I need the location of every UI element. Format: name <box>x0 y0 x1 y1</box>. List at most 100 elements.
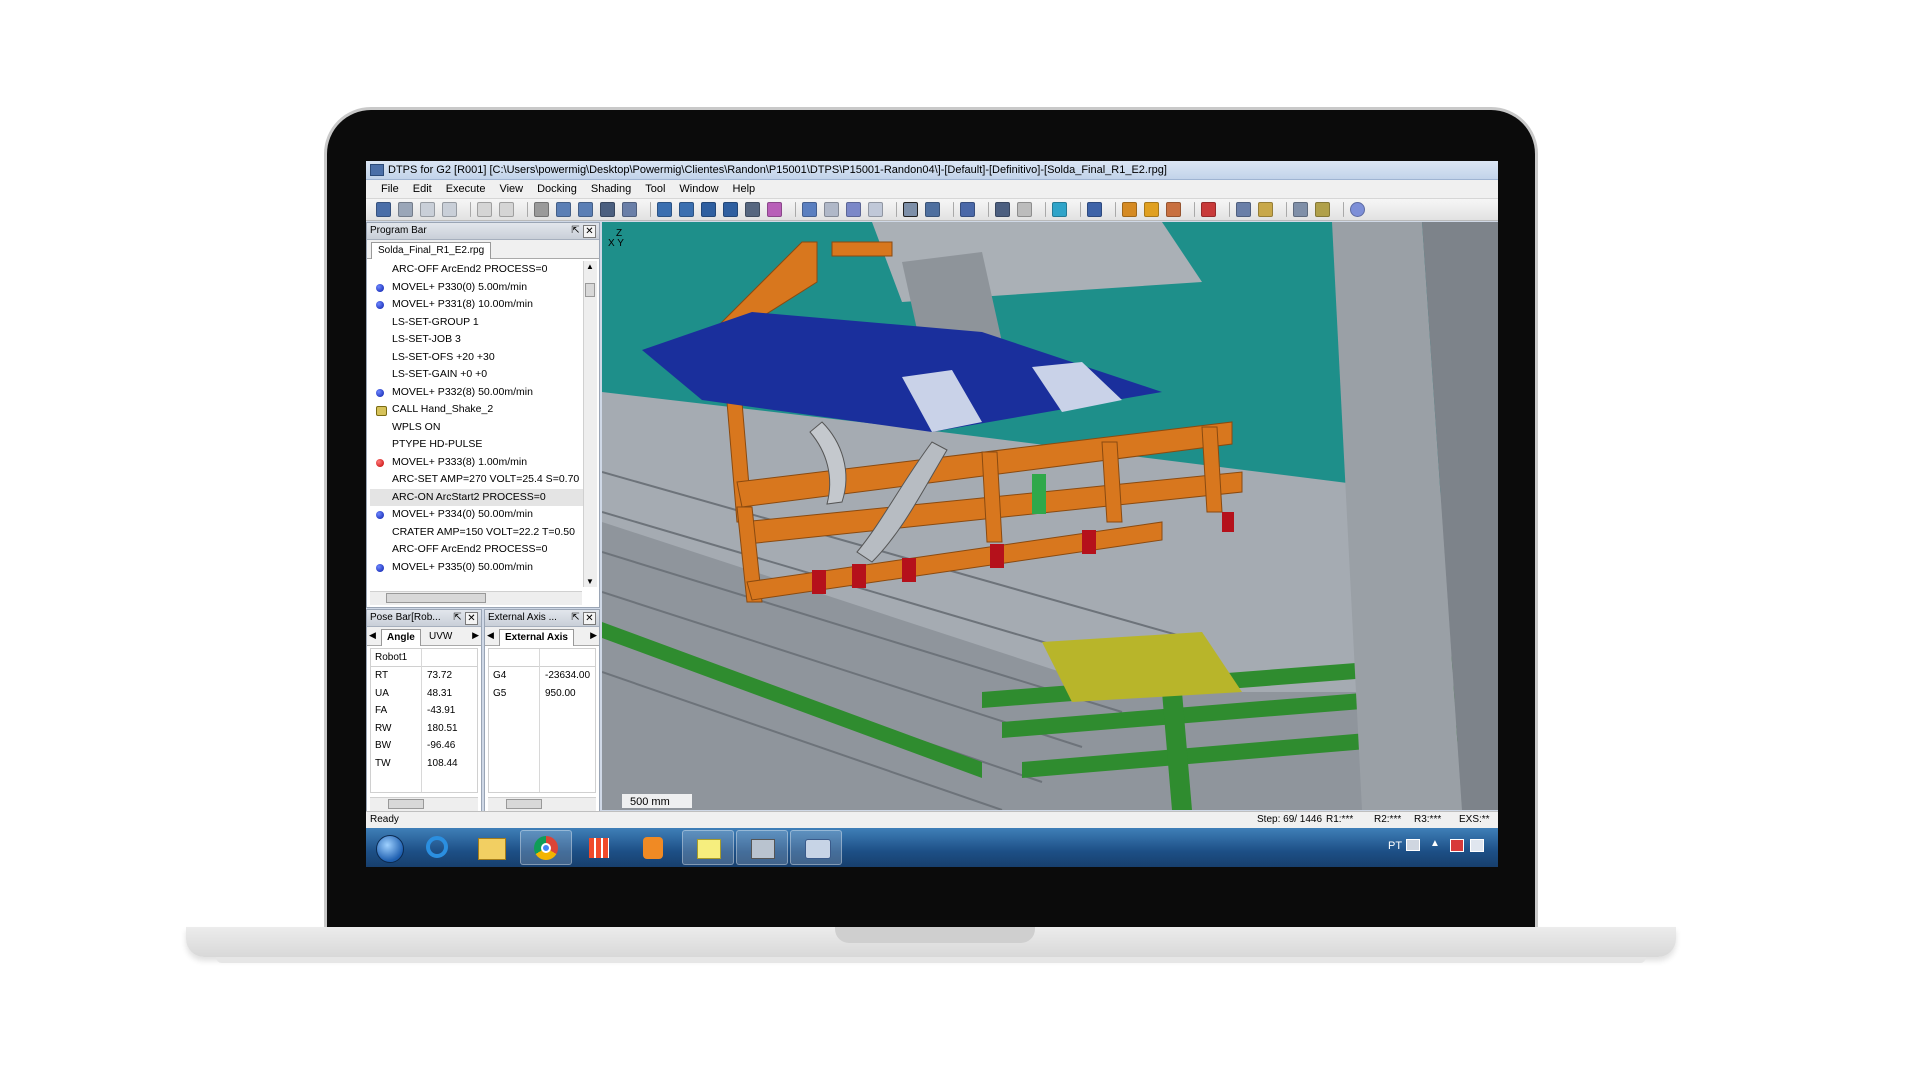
menu-docking[interactable]: Docking <box>530 183 584 195</box>
weld-icon[interactable] <box>1122 202 1137 217</box>
help-icon[interactable] <box>1350 202 1365 217</box>
pin-icon[interactable]: ⇱ <box>570 612 581 623</box>
view-iso-icon[interactable] <box>868 202 883 217</box>
layers-icon[interactable] <box>960 202 975 217</box>
program-line[interactable]: ARC-SET AMP=270 VOLT=25.4 S=0.70 <box>370 471 586 489</box>
tab-program-file[interactable]: Solda_Final_R1_E2.rpg <box>371 242 492 259</box>
document-icon[interactable] <box>1166 202 1181 217</box>
robot-tool-icon[interactable] <box>723 202 738 217</box>
start-orb-icon[interactable] <box>370 830 406 865</box>
tree-icon[interactable] <box>622 202 637 217</box>
flag-icon[interactable] <box>1201 202 1216 217</box>
program-line[interactable]: WPLS ON <box>370 419 586 437</box>
close-icon[interactable]: ✕ <box>583 225 596 238</box>
shading-solid-icon[interactable] <box>903 202 918 217</box>
program-vertical-scrollbar[interactable]: ▲ ▼ <box>583 261 597 587</box>
save-icon[interactable] <box>376 202 391 217</box>
pin-icon[interactable]: ⇱ <box>570 225 581 236</box>
program-line[interactable]: MOVEL+ P334(0) 50.00m/min <box>370 506 586 524</box>
chevron-up-icon[interactable]: ▲ <box>1430 838 1440 849</box>
scroll-thumb[interactable] <box>506 799 542 809</box>
internet-explorer-icon[interactable] <box>412 830 464 865</box>
program-horizontal-scrollbar[interactable] <box>370 591 582 605</box>
menu-tool[interactable]: Tool <box>638 183 672 195</box>
scroll-thumb[interactable] <box>386 593 486 603</box>
cycle-time-icon[interactable] <box>1258 202 1273 217</box>
tab-scroll-left-icon[interactable]: ◀ <box>487 630 494 641</box>
program-line[interactable]: MOVEL+ P331(8) 10.00m/min <box>370 296 586 314</box>
undo-icon[interactable] <box>477 202 492 217</box>
chrome-icon[interactable] <box>520 830 572 865</box>
menu-window[interactable]: Window <box>672 183 725 195</box>
menu-shading[interactable]: Shading <box>584 183 638 195</box>
view-top-icon[interactable] <box>824 202 839 217</box>
program-line[interactable]: LS-SET-JOB 3 <box>370 331 586 349</box>
program-line[interactable]: MOVEL+ P335(0) 50.00m/min <box>370 559 586 577</box>
scroll-up-icon[interactable]: ▲ <box>586 262 594 271</box>
sticky-notes-icon[interactable] <box>682 830 734 865</box>
check-icon[interactable] <box>398 202 413 217</box>
view-front-icon[interactable] <box>802 202 817 217</box>
close-icon[interactable]: ✕ <box>583 612 596 625</box>
pen-icon[interactable] <box>995 202 1010 217</box>
program-line[interactable]: ARC-OFF ArcEnd2 PROCESS=0 <box>370 541 586 559</box>
flag-icon[interactable] <box>1450 839 1464 852</box>
tab-external-axis[interactable]: External Axis <box>499 629 574 646</box>
menu-file[interactable]: File <box>374 183 406 195</box>
media-player-icon[interactable] <box>628 830 680 865</box>
robot-move-icon[interactable] <box>679 202 694 217</box>
program-line[interactable]: LS-SET-GROUP 1 <box>370 314 586 332</box>
record-icon[interactable] <box>767 202 782 217</box>
program-line[interactable]: PTYPE HD-PULSE <box>370 436 586 454</box>
menu-view[interactable]: View <box>492 183 530 195</box>
language-indicator[interactable]: PT <box>1388 840 1402 852</box>
file-explorer-icon[interactable] <box>466 830 518 865</box>
tab-scroll-left-icon[interactable]: ◀ <box>369 630 376 641</box>
paste-icon[interactable] <box>442 202 457 217</box>
scroll-thumb[interactable] <box>585 283 595 297</box>
program-line[interactable]: MOVEL+ P330(0) 5.00m/min <box>370 279 586 297</box>
dtps-app-icon[interactable] <box>790 830 842 865</box>
robot-app-icon[interactable] <box>736 830 788 865</box>
program-line[interactable]: MOVEL+ P333(8) 1.00m/min <box>370 454 586 472</box>
redo-icon[interactable] <box>499 202 514 217</box>
tab-scroll-right-icon[interactable]: ▶ <box>590 630 597 641</box>
tab-angle[interactable]: Angle <box>381 629 421 646</box>
network-icon[interactable] <box>1470 839 1484 852</box>
external-axis-horizontal-scrollbar[interactable] <box>488 797 596 811</box>
pose-horizontal-scrollbar[interactable] <box>370 797 478 811</box>
chart-icon[interactable] <box>1236 202 1251 217</box>
eraser-icon[interactable] <box>1017 202 1032 217</box>
3d-viewport[interactable]: Z X Y 500 mm <box>602 222 1498 810</box>
tab-uvw[interactable]: UVW <box>425 629 456 645</box>
tab-scroll-right-icon[interactable]: ▶ <box>472 630 479 641</box>
step-icon[interactable] <box>556 202 571 217</box>
pin-icon[interactable]: ⇱ <box>452 612 463 623</box>
properties-icon[interactable] <box>1087 202 1102 217</box>
menu-execute[interactable]: Execute <box>439 183 493 195</box>
program-line[interactable]: ARC-ON ArcStart2 PROCESS=0 <box>370 488 586 506</box>
close-icon[interactable]: ✕ <box>465 612 478 625</box>
program-line[interactable]: LS-SET-OFS +20 +30 <box>370 349 586 367</box>
apps-grid-icon[interactable] <box>574 830 626 865</box>
robot-teach-icon[interactable] <box>657 202 672 217</box>
program-line[interactable]: CRATER AMP=150 VOLT=22.2 T=0.50 <box>370 524 586 542</box>
program-line[interactable]: LS-SET-GAIN +0 +0 <box>370 366 586 384</box>
camera-icon[interactable] <box>745 202 760 217</box>
play-icon[interactable] <box>578 202 593 217</box>
measure-icon[interactable] <box>1052 202 1067 217</box>
program-line[interactable]: ARC-OFF ArcEnd2 PROCESS=0 <box>370 261 586 279</box>
calc-icon[interactable] <box>1315 202 1330 217</box>
robot-joint-icon[interactable] <box>701 202 716 217</box>
shading-wire-icon[interactable] <box>925 202 940 217</box>
program-line[interactable]: MOVEL+ P332(8) 50.00m/min <box>370 384 586 402</box>
scroll-down-icon[interactable]: ▼ <box>586 577 594 586</box>
view-side-icon[interactable] <box>846 202 861 217</box>
copy-icon[interactable] <box>420 202 435 217</box>
scroll-thumb[interactable] <box>388 799 424 809</box>
menu-edit[interactable]: Edit <box>406 183 439 195</box>
stop-icon[interactable] <box>534 202 549 217</box>
warning-icon[interactable] <box>1144 202 1159 217</box>
keyboard-icon[interactable] <box>1406 839 1420 851</box>
list-icon[interactable] <box>600 202 615 217</box>
